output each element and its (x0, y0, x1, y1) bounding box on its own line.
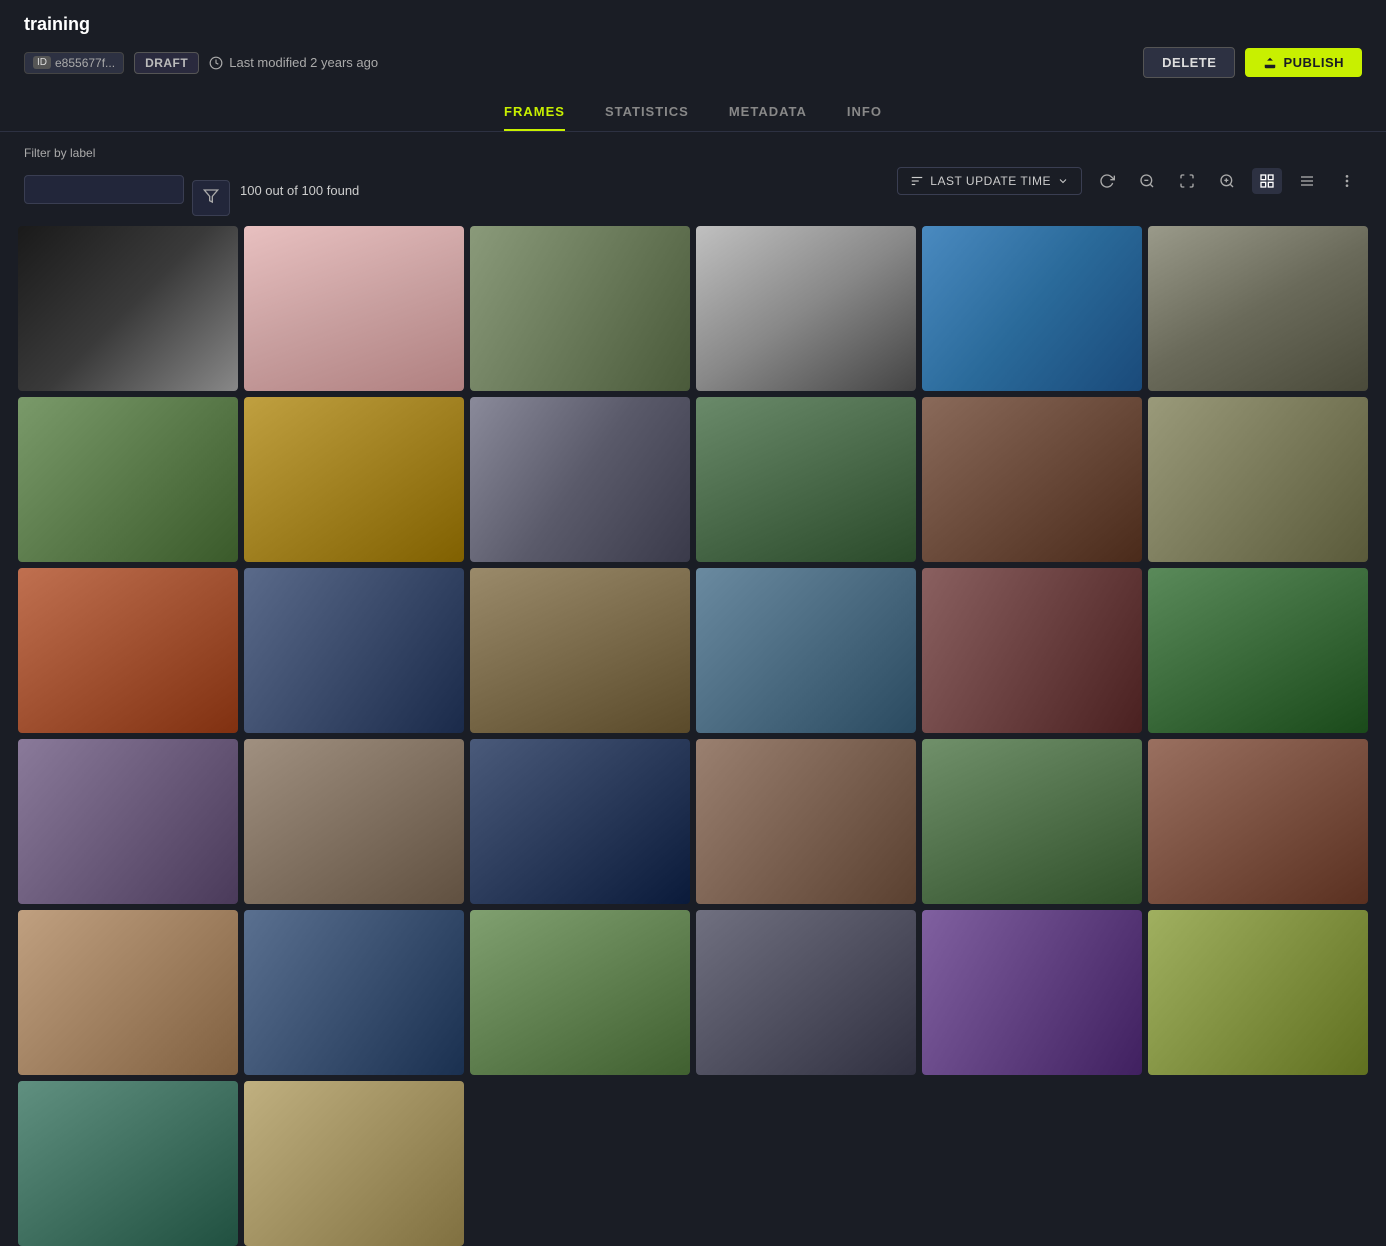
filter-container: Filter by label (24, 146, 230, 216)
filter-icon (203, 188, 219, 204)
grid-item[interactable] (922, 910, 1142, 1075)
id-badge: ID e855677f... (24, 52, 124, 74)
filter-select[interactable] (24, 175, 184, 204)
id-value: e855677f... (55, 56, 115, 70)
sort-icon (910, 174, 924, 188)
grid-item[interactable] (696, 568, 916, 733)
toolbar: Filter by label 100 out of 100 found LAS… (0, 132, 1386, 226)
zoom-out-icon (1139, 173, 1155, 189)
grid-view-button[interactable] (1252, 168, 1282, 194)
last-modified: Last modified 2 years ago (209, 55, 378, 70)
chevron-down-icon (1057, 175, 1069, 187)
filter-icon-button[interactable] (192, 180, 230, 216)
grid-item[interactable] (696, 739, 916, 904)
grid-item[interactable] (470, 226, 690, 391)
upload-icon (1263, 56, 1277, 70)
filter-label: Filter by label (24, 146, 230, 160)
grid-item[interactable] (1148, 226, 1368, 391)
tab-statistics[interactable]: STATISTICS (605, 92, 689, 131)
grid-item[interactable] (18, 226, 238, 391)
grid-item[interactable] (244, 910, 464, 1075)
grid-item[interactable] (696, 226, 916, 391)
toolbar-left: Filter by label 100 out of 100 found (24, 146, 359, 216)
zoom-out-button[interactable] (1132, 168, 1162, 194)
grid-item[interactable] (18, 568, 238, 733)
grid-item[interactable] (696, 910, 916, 1075)
grid-item[interactable] (470, 397, 690, 562)
grid-item[interactable] (470, 568, 690, 733)
results-count: 100 out of 100 found (240, 183, 359, 198)
image-grid (0, 226, 1386, 1246)
meta-left: ID e855677f... DRAFT Last modified 2 yea… (24, 52, 378, 74)
list-view-button[interactable] (1292, 168, 1322, 194)
refresh-button[interactable] (1092, 168, 1122, 194)
grid-item[interactable] (244, 568, 464, 733)
grid-item[interactable] (18, 910, 238, 1075)
tabs-bar: FRAMES STATISTICS METADATA INFO (0, 92, 1386, 132)
last-modified-text: Last modified 2 years ago (229, 55, 378, 70)
tab-info[interactable]: INFO (847, 92, 882, 131)
fit-screen-icon (1179, 173, 1195, 189)
grid-item[interactable] (244, 226, 464, 391)
grid-item[interactable] (1148, 568, 1368, 733)
grid-item[interactable] (244, 739, 464, 904)
meta-row: ID e855677f... DRAFT Last modified 2 yea… (24, 47, 1362, 92)
tab-frames[interactable]: FRAMES (504, 92, 565, 131)
more-menu-icon (1339, 173, 1355, 189)
page-title: training (24, 14, 1362, 35)
filter-select-wrap (24, 162, 230, 216)
grid-item[interactable] (18, 739, 238, 904)
sort-label: LAST UPDATE TIME (930, 174, 1051, 188)
toolbar-right: LAST UPDATE TIME (897, 167, 1362, 195)
menu-view-button[interactable] (1332, 168, 1362, 194)
grid-item[interactable] (922, 226, 1142, 391)
grid-item[interactable] (244, 1081, 464, 1246)
grid-item[interactable] (18, 397, 238, 562)
grid-item[interactable] (922, 739, 1142, 904)
grid-item[interactable] (922, 568, 1142, 733)
list-icon (1299, 173, 1315, 189)
grid-item[interactable] (470, 910, 690, 1075)
grid-item[interactable] (922, 397, 1142, 562)
grid-item[interactable] (470, 739, 690, 904)
id-label: ID (33, 56, 51, 69)
fit-screen-button[interactable] (1172, 168, 1202, 194)
grid-item[interactable] (18, 1081, 238, 1246)
refresh-icon (1099, 173, 1115, 189)
grid-item[interactable] (1148, 910, 1368, 1075)
publish-label: PUBLISH (1283, 55, 1344, 70)
delete-button[interactable]: DELETE (1143, 47, 1235, 78)
grid-item[interactable] (1148, 739, 1368, 904)
draft-badge: DRAFT (134, 52, 199, 74)
publish-button[interactable]: PUBLISH (1245, 48, 1362, 77)
grid-item[interactable] (696, 397, 916, 562)
grid-icon (1259, 173, 1275, 189)
grid-item[interactable] (244, 397, 464, 562)
zoom-in-icon (1219, 173, 1235, 189)
meta-right: DELETE PUBLISH (1143, 47, 1362, 78)
tab-metadata[interactable]: METADATA (729, 92, 807, 131)
zoom-in-button[interactable] (1212, 168, 1242, 194)
grid-item[interactable] (1148, 397, 1368, 562)
sort-button[interactable]: LAST UPDATE TIME (897, 167, 1082, 195)
clock-icon (209, 56, 223, 70)
